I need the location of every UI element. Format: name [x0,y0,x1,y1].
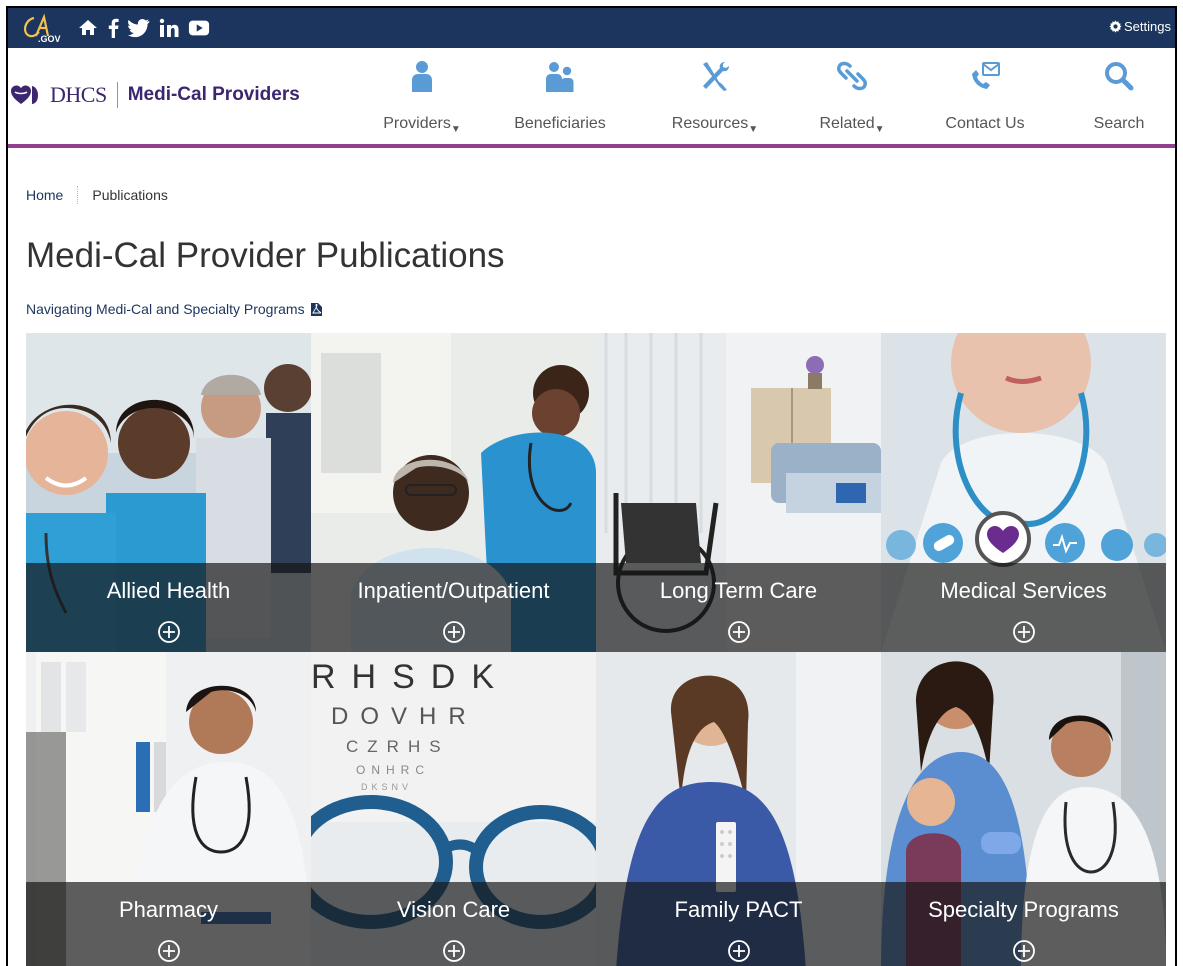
people-icon [546,62,574,92]
search-icon [1105,62,1134,91]
caret-down-icon: ▼ [450,124,461,135]
site-header: DHCS Medi-Cal Providers Providers▼ Benef… [8,48,1175,148]
breadcrumb: Home Publications [26,186,168,204]
gear-icon [1109,20,1122,33]
svg-text:ONHRC: ONHRC [356,763,430,777]
ca-gov-logo[interactable]: .GOV [20,12,64,44]
expand-plus-icon[interactable] [727,620,751,644]
dhcs-heart-icon [11,85,38,104]
caret-down-icon: ▼ [748,124,759,135]
tile-label: Pharmacy [118,897,219,922]
caret-down-icon: ▼ [874,124,885,135]
svg-text:DOVHR: DOVHR [331,703,478,730]
tile-label: Inpatient/Outpatient [357,578,550,603]
svg-text:.GOV: .GOV [38,34,61,44]
expand-plus-icon[interactable] [157,939,181,963]
page-title: Medi-Cal Provider Publications [26,236,505,275]
pdf-icon [310,302,322,316]
tools-icon [703,62,729,91]
expand-plus-icon[interactable] [1012,620,1036,644]
nav-search-label: Search [1093,115,1145,132]
facebook-icon[interactable] [106,16,120,40]
site-title: Medi-Cal Providers [127,84,300,105]
nav-beneficiaries[interactable]: Beneficiaries [505,48,615,144]
utility-bar: .GOV Settings [8,8,1175,48]
tile-label: Specialty Programs [928,897,1119,922]
tile-label: Allied Health [106,578,231,603]
nav-search[interactable]: Search [1064,48,1174,144]
tile-pharmacy[interactable]: Pharmacy [26,652,311,966]
nav-related-label: Related [819,115,875,132]
tile-family-pact[interactable]: Family PACT [596,652,881,966]
expand-plus-icon[interactable] [157,620,181,644]
svg-text:CZRHS: CZRHS [346,737,450,756]
tile-label: Vision Care [396,897,511,922]
dhcs-brand-logo[interactable]: DHCS Medi-Cal Providers [10,82,300,108]
tile-label: Long Term Care [659,578,818,603]
nav-beneficiaries-label: Beneficiaries [514,115,606,132]
dhcs-wordmark: DHCS [50,82,107,107]
svg-text:RHSDK: RHSDK [311,658,510,696]
nav-related[interactable]: Related▼ [797,48,907,144]
breadcrumb-divider [77,186,79,204]
nav-providers-label: Providers [383,115,451,132]
home-icon[interactable] [78,16,98,40]
tile-allied-health[interactable]: Allied Health [26,333,311,652]
navigating-programs-link[interactable]: Navigating Medi-Cal and Specialty Progra… [26,301,322,317]
svg-text:DKSNV: DKSNV [361,782,412,792]
person-icon [412,61,432,92]
expand-plus-icon[interactable] [442,939,466,963]
twitter-icon[interactable] [128,16,150,40]
settings-label: Settings [1124,19,1171,34]
youtube-icon[interactable] [188,16,210,40]
tile-specialty-programs[interactable]: Specialty Programs [881,652,1166,966]
phone-mail-icon [972,62,1000,89]
nav-resources[interactable]: Resources▼ [660,48,770,144]
tile-long-term-care[interactable]: Long Term Care [596,333,881,652]
navigating-programs-label: Navigating Medi-Cal and Specialty Progra… [26,301,305,317]
expand-plus-icon[interactable] [727,939,751,963]
link-icon [837,61,867,91]
tile-label: Medical Services [940,578,1107,603]
settings-button[interactable]: Settings [1109,19,1171,34]
tile-inpatient-outpatient[interactable]: Inpatient/Outpatient [311,333,596,652]
nav-providers[interactable]: Providers▼ [367,48,477,144]
tile-vision-care[interactable]: RHSDK DOVHR CZRHS ONHRC DKSNV Vision Car… [311,652,596,966]
expand-plus-icon[interactable] [1012,939,1036,963]
tile-label: Family PACT [674,897,803,922]
nav-contact-us-label: Contact Us [945,115,1025,132]
nav-resources-label: Resources [671,115,749,132]
browser-viewport: .GOV Settings DHCS Medi-Cal Providers Pr… [6,6,1177,966]
brand-divider [116,82,118,108]
tile-medical-services[interactable]: Medical Services [881,333,1166,652]
breadcrumb-current: Publications [92,187,168,203]
nav-contact-us[interactable]: Contact Us [930,48,1040,144]
expand-plus-icon[interactable] [442,620,466,644]
linkedin-icon[interactable] [159,16,179,40]
breadcrumb-home-link[interactable]: Home [26,187,63,203]
